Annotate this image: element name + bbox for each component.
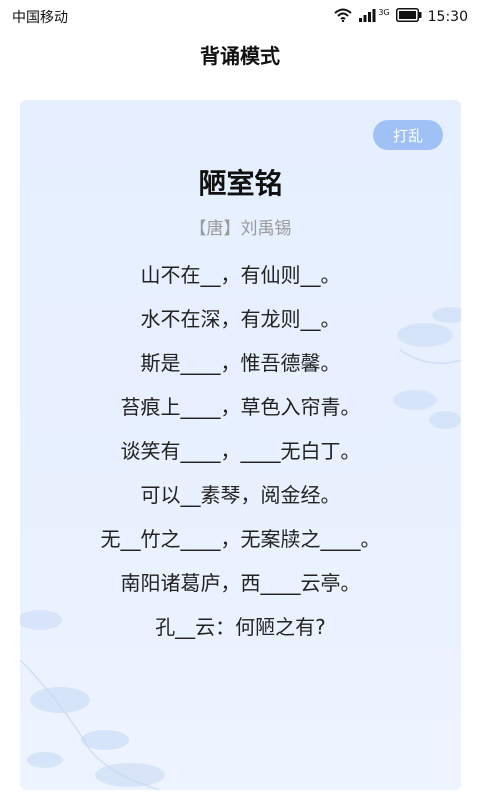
poem-line: 可以__素琴，阅金经。 [140, 483, 341, 507]
poem-card: 打乱 陋室铭 【唐】刘禹锡 山不在__，有仙则__。 水不在深，有龙则__。 斯… [20, 100, 461, 790]
poem-line: 南阳诸葛庐，西____云亭。 [120, 571, 361, 595]
page-title: 背诵模式 [200, 43, 280, 68]
wifi-icon [334, 8, 353, 26]
poem-line: 谈笑有____，____无白丁。 [120, 439, 361, 463]
poem-line: 山不在__，有仙则__。 [140, 263, 341, 287]
status-indicators: 3G 15:30 [334, 8, 468, 26]
carrier-label: 中国移动 [12, 10, 68, 26]
poem-line: 苔痕上____，草色入帘青。 [120, 395, 361, 419]
poem-author: 【唐】刘禹锡 [189, 219, 292, 239]
poem-line: 孔__云：何陋之有? [155, 615, 326, 639]
signal-icon [358, 8, 376, 26]
shuffle-button[interactable]: 打乱 [373, 120, 443, 150]
status-bar: 中国移动 3G 15:30 [0, 0, 480, 34]
poem-line: 斯是____，惟吾德馨。 [140, 351, 341, 375]
poem-title: 陋室铭 [198, 167, 283, 200]
battery-icon [395, 8, 422, 26]
poem-lines: 山不在__，有仙则__。 水不在深，有龙则__。 斯是____，惟吾德馨。 苔痕… [20, 258, 461, 654]
clock: 15:30 [427, 9, 468, 25]
network-type-label: 3G [378, 8, 390, 17]
poem-line: 水不在深，有龙则__。 [140, 307, 341, 331]
poem-line: 无__竹之____，无案牍之____。 [100, 527, 381, 551]
